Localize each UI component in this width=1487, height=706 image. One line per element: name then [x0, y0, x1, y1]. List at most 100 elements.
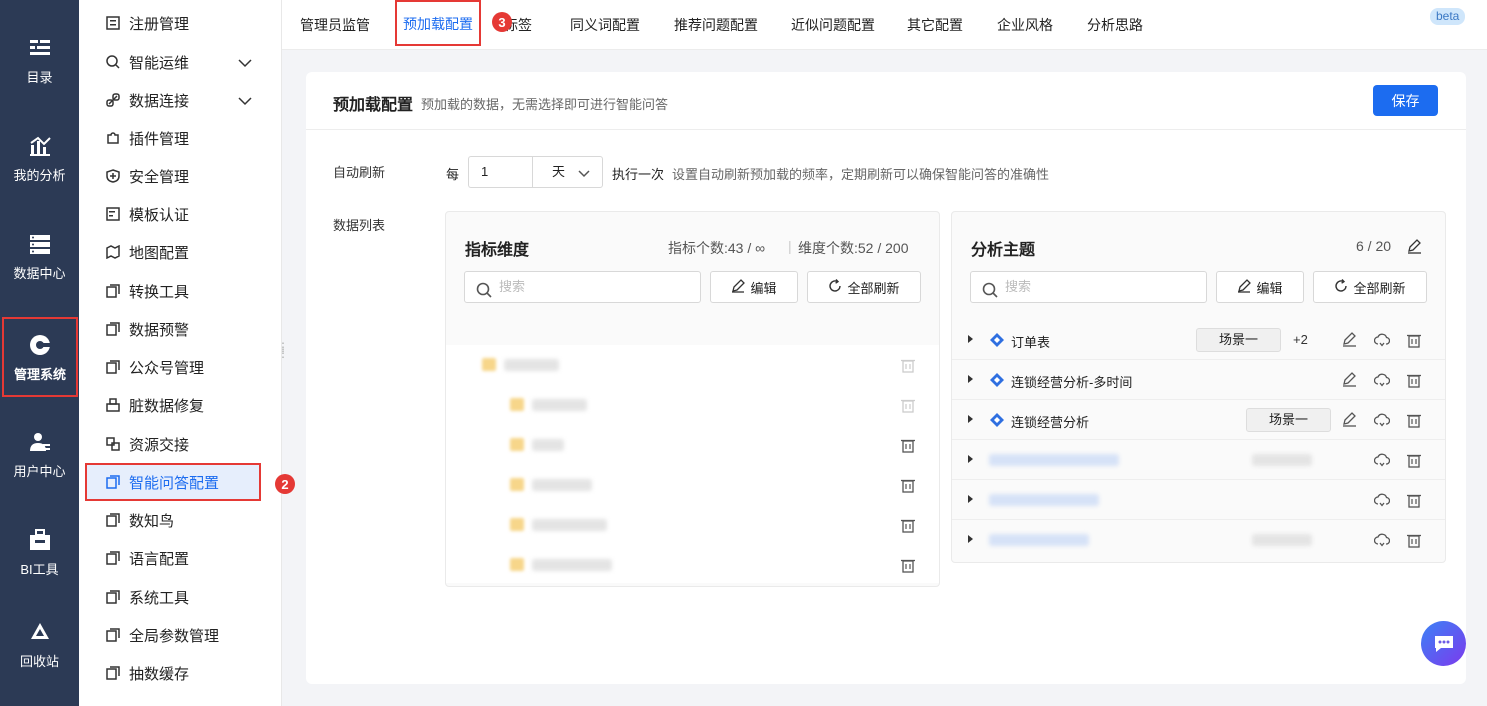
rail-item-management[interactable]: 管理系统	[2, 317, 78, 397]
delete-icon[interactable]	[900, 357, 916, 373]
metrics-tree	[446, 345, 939, 583]
topic-row[interactable]: 连锁经营分析 场景一	[952, 400, 1445, 440]
refresh-all-button[interactable]: 全部刷新	[807, 271, 921, 303]
delete-icon[interactable]	[1406, 532, 1422, 548]
tab-enterprise-style[interactable]: 企业风格	[997, 0, 1053, 50]
edit-icon[interactable]	[1342, 332, 1358, 348]
tab-synonyms[interactable]: 同义词配置	[570, 0, 640, 50]
tree-row[interactable]	[446, 345, 939, 385]
tab-recommended-questions[interactable]: 推荐问题配置	[674, 0, 758, 50]
menu-item-plugins[interactable]: 插件管理	[79, 119, 282, 157]
rail-label: 回收站	[19, 653, 59, 669]
menu-item-data-alert[interactable]: 数据预警	[79, 310, 282, 348]
topic-row[interactable]	[952, 440, 1445, 480]
rail-item-user-center[interactable]: 用户中心	[0, 414, 79, 494]
chat-assistant-button[interactable]	[1421, 621, 1466, 666]
tab-similar-questions[interactable]: 近似问题配置	[791, 0, 875, 50]
certificate-icon	[105, 206, 121, 222]
more-scenes-count[interactable]: +2	[1293, 332, 1308, 347]
menu-item-global-params[interactable]: 全局参数管理	[79, 616, 282, 654]
chevron-down-icon[interactable]	[238, 55, 252, 72]
delete-icon[interactable]	[1406, 332, 1422, 348]
cloud-refresh-icon[interactable]	[1374, 452, 1390, 468]
tab-analysis-approach[interactable]: 分析思路	[1087, 0, 1143, 50]
menu-label: 脏数据修复	[129, 397, 205, 415]
expand-caret-icon[interactable]	[968, 335, 973, 343]
cloud-refresh-icon[interactable]	[1374, 412, 1390, 428]
rail-item-catalog[interactable]: 目录	[0, 20, 79, 100]
tab-other-config[interactable]: 其它配置	[907, 0, 963, 50]
refresh-interval-input[interactable]: 1	[468, 156, 532, 188]
scene-tag[interactable]: 场景一	[1246, 408, 1331, 432]
delete-icon[interactable]	[1406, 492, 1422, 508]
resize-handle-icon[interactable]: ⋮ ⋮	[277, 341, 289, 359]
refresh-all-label: 全部刷新	[847, 280, 900, 296]
expand-caret-icon[interactable]	[968, 535, 973, 543]
topic-row[interactable]	[952, 520, 1445, 560]
cloud-refresh-icon[interactable]	[1374, 532, 1390, 548]
chevron-down-icon[interactable]	[238, 93, 252, 110]
refresh-all-button[interactable]: 全部刷新	[1313, 271, 1427, 303]
scene-tag[interactable]: 场景一	[1196, 328, 1281, 352]
tab-admin-monitor[interactable]: 管理员监管	[300, 0, 370, 50]
tab-preload-config[interactable]: 预加载配置	[395, 0, 481, 46]
menu-item-language[interactable]: 语言配置	[79, 539, 282, 577]
rail-item-my-analysis[interactable]: 我的分析	[0, 118, 79, 198]
rail-item-data-center[interactable]: 数据中心	[0, 216, 79, 296]
refresh-description: 设置自动刷新预加载的频率，定期刷新可以确保智能问答的准确性	[672, 167, 1050, 182]
menu-item-template-cert[interactable]: 模板认证	[79, 195, 282, 233]
menu-item-dirty-data[interactable]: 脏数据修复	[79, 386, 282, 424]
tree-row[interactable]	[446, 385, 939, 425]
topic-row[interactable]: 连锁经营分析-多时间	[952, 360, 1445, 400]
menu-item-smart-ops[interactable]: 智能运维	[79, 43, 282, 81]
tree-row[interactable]	[446, 545, 939, 585]
delete-icon[interactable]	[900, 557, 916, 573]
edit-button[interactable]: 编辑	[710, 271, 798, 303]
delete-icon[interactable]	[900, 517, 916, 533]
delete-icon[interactable]	[1406, 412, 1422, 428]
redacted-tag	[1252, 454, 1312, 466]
menu-item-data-connection[interactable]: 数据连接	[79, 81, 282, 119]
search-input[interactable]: 搜索	[970, 271, 1207, 303]
menu-item-system-tools[interactable]: 系统工具	[79, 578, 282, 616]
expand-caret-icon[interactable]	[968, 455, 973, 463]
dataset-icon	[990, 413, 1004, 427]
topic-row[interactable]	[952, 480, 1445, 520]
menu-item-resource-handover[interactable]: 资源交接	[79, 425, 282, 463]
edit-button[interactable]: 编辑	[1216, 271, 1304, 303]
menu-label: 注册管理	[129, 15, 190, 33]
rail-item-recycle-bin[interactable]: 回收站	[0, 604, 79, 684]
refresh-unit-select[interactable]: 天	[532, 156, 603, 188]
topic-row[interactable]: 订单表 场景一 +2	[952, 320, 1445, 360]
edit-icon[interactable]	[1342, 372, 1358, 388]
edit-icon[interactable]	[1342, 412, 1358, 428]
cloud-refresh-icon[interactable]	[1374, 372, 1390, 388]
tree-row[interactable]	[446, 465, 939, 505]
search-input[interactable]: 搜索	[464, 271, 701, 303]
menu-item-security[interactable]: 安全管理	[79, 157, 282, 195]
delete-icon[interactable]	[1406, 372, 1422, 388]
tree-row[interactable]	[446, 425, 939, 465]
delete-icon[interactable]	[900, 437, 916, 453]
menu-item-convert-tool[interactable]: 转换工具	[79, 272, 282, 310]
expand-caret-icon[interactable]	[968, 415, 973, 423]
rail-item-bi-tools[interactable]: BI工具	[0, 512, 79, 592]
edit-icon[interactable]	[1407, 239, 1422, 254]
tree-row[interactable]	[446, 505, 939, 545]
expand-caret-icon[interactable]	[968, 495, 973, 503]
expand-caret-icon[interactable]	[968, 375, 973, 383]
save-button[interactable]: 保存	[1373, 85, 1438, 116]
delete-icon[interactable]	[1406, 452, 1422, 468]
menu-item-qa-config[interactable]: 智能问答配置	[85, 463, 261, 501]
delete-icon[interactable]	[900, 397, 916, 413]
menu-item-register[interactable]: 注册管理	[79, 4, 282, 42]
menu-item-map-config[interactable]: 地图配置	[79, 233, 282, 271]
menu-item-official-account[interactable]: 公众号管理	[79, 348, 282, 386]
cloud-refresh-icon[interactable]	[1374, 332, 1390, 348]
delete-icon[interactable]	[900, 477, 916, 493]
menu-item-extract-cache[interactable]: 抽数缓存	[79, 654, 282, 692]
cloud-refresh-icon[interactable]	[1374, 492, 1390, 508]
data-list-label: 数据列表	[333, 218, 386, 233]
edit-label: 编辑	[1256, 280, 1283, 296]
menu-item-shuzhiniao[interactable]: 数知鸟	[79, 501, 282, 539]
